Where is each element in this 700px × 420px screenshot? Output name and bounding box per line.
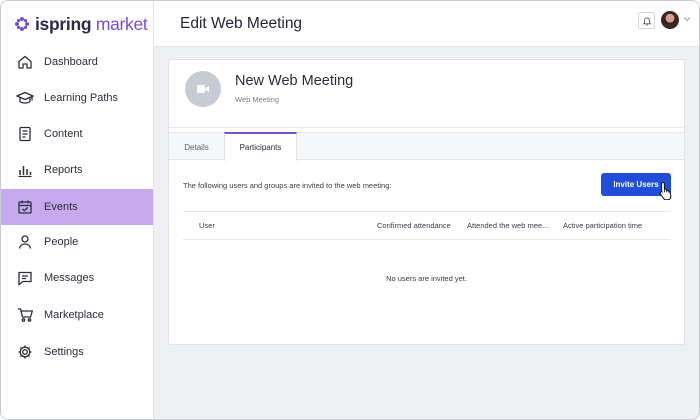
chevron-down-icon[interactable] xyxy=(683,16,691,22)
meeting-type: Web Meeting xyxy=(235,95,280,104)
person-icon xyxy=(16,233,34,251)
top-header: Edit Web Meeting xyxy=(154,1,699,47)
page-title: Edit Web Meeting xyxy=(180,15,303,32)
meeting-title: New Web Meeting xyxy=(235,73,354,89)
notifications-button[interactable] xyxy=(638,12,655,29)
sidebar-item-label: Content xyxy=(44,128,83,140)
tabs-bar: Details Participants xyxy=(169,132,684,161)
flower-logo-icon xyxy=(15,17,29,31)
meeting-thumbnail xyxy=(185,71,221,107)
cart-icon xyxy=(16,306,34,324)
sidebar: ispring market Dashboard Learning Paths … xyxy=(1,1,154,419)
graduation-cap-icon xyxy=(16,89,34,107)
sidebar-item-label: People xyxy=(44,236,79,248)
meeting-card: New Web Meeting Web Meeting Details Part… xyxy=(168,59,685,345)
bar-chart-icon xyxy=(16,161,34,179)
column-header-active-participation-time[interactable]: Active participation time xyxy=(563,221,642,230)
sidebar-item-label: Messages xyxy=(44,272,95,284)
sidebar-item-content[interactable]: Content xyxy=(1,116,153,152)
sidebar-item-label: Marketplace xyxy=(44,309,104,321)
sidebar-item-marketplace[interactable]: Marketplace xyxy=(1,297,153,333)
sidebar-item-people[interactable]: People xyxy=(1,224,153,260)
sidebar-item-reports[interactable]: Reports xyxy=(1,152,153,188)
column-header-user[interactable]: User xyxy=(199,221,215,230)
calendar-check-icon xyxy=(16,198,34,216)
column-header-attended[interactable]: Attended the web mee... xyxy=(467,221,548,230)
sidebar-item-messages[interactable]: Messages xyxy=(1,260,153,296)
video-camera-icon xyxy=(197,85,209,93)
tab-details[interactable]: Details xyxy=(169,133,224,161)
tab-participants[interactable]: Participants xyxy=(224,132,297,161)
sidebar-item-label: Dashboard xyxy=(44,56,98,68)
sidebar-item-dashboard[interactable]: Dashboard xyxy=(1,44,153,80)
participants-table-header: User Confirmed attendance Attended the w… xyxy=(183,211,671,240)
sidebar-item-learning-paths[interactable]: Learning Paths xyxy=(1,80,153,116)
message-icon xyxy=(16,269,34,287)
meeting-header: New Web Meeting Web Meeting xyxy=(169,60,684,128)
hand-cursor-icon xyxy=(659,181,672,200)
brand-logo[interactable]: ispring market xyxy=(14,13,148,35)
sidebar-item-label: Reports xyxy=(44,164,83,176)
sidebar-item-settings[interactable]: Settings xyxy=(1,334,153,370)
bell-icon xyxy=(642,17,651,25)
brand-name: ispring market xyxy=(35,13,148,34)
sidebar-item-events[interactable]: Events xyxy=(1,189,153,225)
column-header-confirmed-attendance[interactable]: Confirmed attendance xyxy=(377,221,451,230)
user-avatar[interactable] xyxy=(661,11,679,29)
empty-state-text: No users are invited yet. xyxy=(386,274,467,283)
participants-intro: The following users and groups are invit… xyxy=(183,181,392,190)
app-window: ispring market Dashboard Learning Paths … xyxy=(0,0,700,420)
sidebar-item-label: Learning Paths xyxy=(44,92,118,104)
home-icon xyxy=(16,53,34,71)
gear-icon xyxy=(16,343,34,361)
sidebar-item-label: Events xyxy=(44,201,78,213)
document-icon xyxy=(16,125,34,143)
sidebar-item-label: Settings xyxy=(44,346,84,358)
